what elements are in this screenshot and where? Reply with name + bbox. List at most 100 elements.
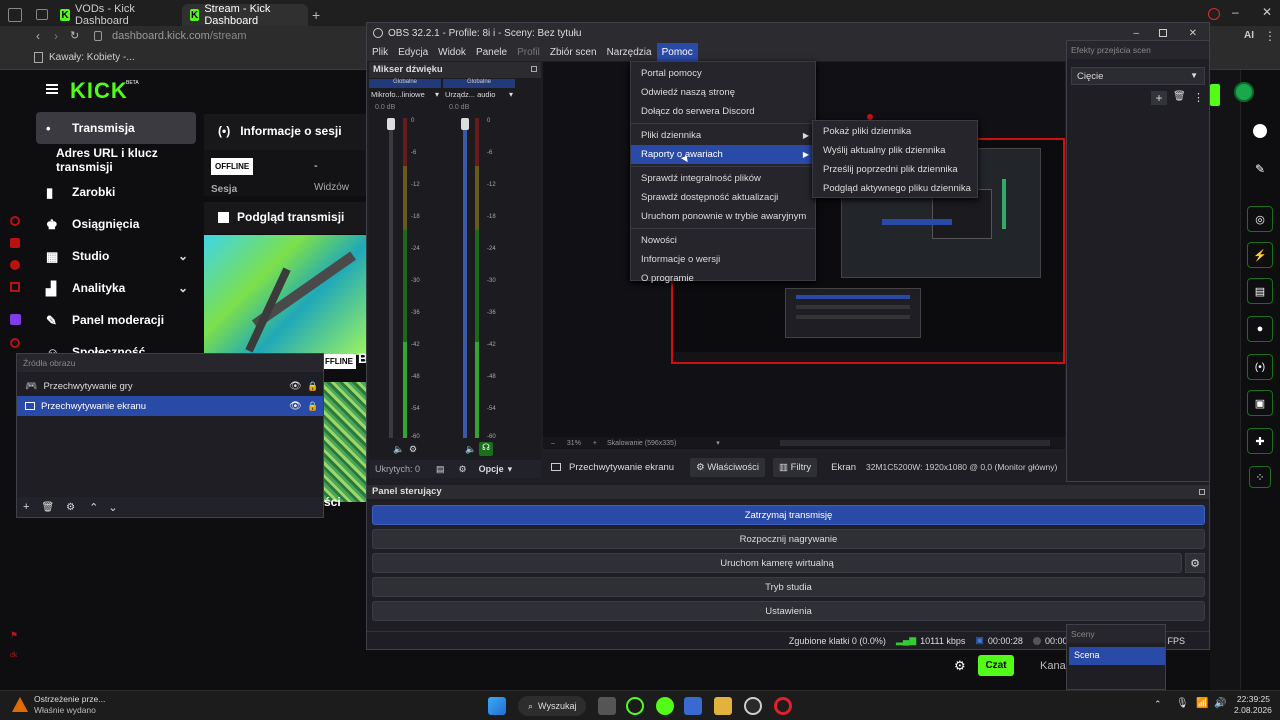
undock-icon[interactable] xyxy=(1199,489,1205,495)
nav-studio[interactable]: ▦ Studio ⌄ xyxy=(36,240,196,272)
speaker-icon[interactable]: 🔈 xyxy=(393,444,404,455)
undock-icon[interactable] xyxy=(531,66,537,72)
add-icon[interactable]: + xyxy=(23,501,29,513)
move-up-icon[interactable]: ⌃ xyxy=(89,501,98,514)
url-field[interactable]: dashboard.kick.com/stream xyxy=(112,30,247,42)
volume-slider-track[interactable] xyxy=(463,118,467,438)
headphones-icon[interactable]: ☊ xyxy=(479,442,493,456)
sidebar-channel-icon[interactable] xyxy=(10,216,20,226)
app-icon[interactable] xyxy=(626,697,644,715)
transition-select[interactable]: Cięcie ▼ xyxy=(1071,67,1205,85)
trash-icon[interactable]: 🗑 xyxy=(1173,91,1186,105)
speaker-icon[interactable]: 🔈 xyxy=(465,444,476,455)
close-icon[interactable]: ✕ xyxy=(1189,28,1197,39)
filters-button[interactable]: ▥ Filtry xyxy=(772,457,818,477)
gear-icon[interactable]: ⚙ xyxy=(66,502,75,513)
menu-item-safe-mode[interactable]: Uruchom ponownie w trybie awaryjnym xyxy=(631,207,815,226)
scrollbar[interactable] xyxy=(779,440,1050,446)
pencil-icon[interactable]: ✎ xyxy=(1255,162,1265,176)
sidebar-channel-icon[interactable]: dk xyxy=(10,652,17,659)
eye-icon[interactable]: 👁 xyxy=(289,381,302,392)
dots-icon[interactable]: ⁘ xyxy=(1249,466,1271,488)
volume-slider-handle[interactable] xyxy=(387,118,395,130)
maximize-icon[interactable] xyxy=(1159,29,1167,37)
forward-icon[interactable]: › xyxy=(54,29,58,43)
screen-select[interactable]: 32M1C5200W: 1920x1080 @ 0,0 (Monitor głó… xyxy=(866,462,1057,472)
nav-moderacja[interactable]: ✎ Panel moderacji xyxy=(36,304,196,336)
kick-logo[interactable]: KICK xyxy=(70,78,128,104)
menu-item-show-logs[interactable]: Pokaż pliki dziennika xyxy=(813,122,977,141)
layout-icon[interactable]: ▤ xyxy=(436,464,445,475)
sidebar-channel-icon[interactable] xyxy=(10,238,20,248)
menu-widok[interactable]: Widok xyxy=(433,43,471,61)
lightning-icon[interactable]: ⚡ xyxy=(1247,242,1273,268)
eye-icon[interactable]: 👁 xyxy=(289,401,302,412)
menu-item-discord[interactable]: Dołącz do serwera Discord xyxy=(631,102,815,121)
browser-menu-icon[interactable] xyxy=(8,8,22,22)
menu-item-log-files[interactable]: Pliki dziennika ▶ xyxy=(631,126,815,145)
menu-item-whats-new[interactable]: Nowości xyxy=(631,231,815,250)
volume-slider-handle[interactable] xyxy=(461,118,469,130)
menu-item-about[interactable]: O programie xyxy=(631,269,815,288)
settings-button[interactable]: Ustawienia xyxy=(372,601,1205,621)
reload-icon[interactable]: ↻ xyxy=(70,29,79,42)
menu-edycja[interactable]: Edycja xyxy=(393,43,433,61)
source-item-game-capture[interactable]: 🎮 Przechwytywanie gry 👁 🔒 xyxy=(17,376,323,396)
zoom-in-icon[interactable]: + xyxy=(593,440,597,447)
nav-analityka[interactable]: ▟ Analityka ⌄ xyxy=(36,272,196,304)
task-view-icon[interactable] xyxy=(598,697,616,715)
chat-bubble-icon[interactable]: ● xyxy=(1247,316,1273,342)
taskbar-search[interactable]: ⌕ Wyszukaj xyxy=(518,696,586,716)
new-tab-icon[interactable]: + xyxy=(312,7,320,23)
scene-item[interactable]: Scena xyxy=(1069,647,1165,665)
twitch-icon[interactable] xyxy=(10,314,21,325)
chevron-up-icon[interactable]: ⌃ xyxy=(1154,699,1162,710)
chevron-down-icon[interactable]: ▾ xyxy=(716,439,720,447)
layout-icon[interactable]: ▣ xyxy=(1247,390,1273,416)
wifi-icon[interactable]: 📶 xyxy=(1196,698,1208,709)
minimize-icon[interactable]: – xyxy=(1232,5,1239,19)
options-button[interactable]: Opcje xyxy=(479,464,504,474)
wrench-icon[interactable]: ✚ xyxy=(1247,428,1273,454)
file-explorer-icon[interactable] xyxy=(714,697,732,715)
menu-item-website[interactable]: Odwiedź naszą stronę xyxy=(631,83,815,102)
menu-item-check-updates[interactable]: Sprawdź dostępność aktualizacji xyxy=(631,188,815,207)
kick-app-icon[interactable] xyxy=(656,697,674,715)
nav-stream-key[interactable]: Adres URL i klucz transmisji xyxy=(36,144,206,176)
green-button-edge[interactable] xyxy=(1210,84,1220,106)
back-icon[interactable]: ‹ xyxy=(36,29,40,43)
menu-plik[interactable]: Plik xyxy=(367,43,393,61)
tab-vods[interactable]: K VODs - Kick Dashboard xyxy=(52,3,180,27)
sidebar-channel-icon[interactable]: ⚑ xyxy=(10,630,18,641)
document-icon[interactable]: ▤ xyxy=(1247,278,1273,304)
source-item-screen-capture[interactable]: Przechwytywanie ekranu 👁 🔒 xyxy=(17,396,323,416)
settings-gear-icon[interactable]: ⚙ xyxy=(954,658,966,674)
start-recording-button[interactable]: Rozpocznij nagrywanie xyxy=(372,529,1205,549)
volume-icon[interactable]: 🔊 xyxy=(1214,698,1226,709)
sidebar-channel-icon[interactable] xyxy=(10,282,20,292)
menu-item-view-active-log[interactable]: Podgląd aktywnego pliku dziennika xyxy=(813,179,977,198)
more-icon[interactable]: ⋮ xyxy=(1264,29,1276,43)
nav-zarobki[interactable]: ▮ Zarobki xyxy=(36,176,196,208)
info-icon[interactable] xyxy=(1253,124,1267,138)
microphone-icon[interactable]: 🎙 xyxy=(1176,698,1189,709)
studio-mode-button[interactable]: Tryb studia xyxy=(372,577,1205,597)
gear-icon[interactable]: ⚙ xyxy=(409,444,417,455)
opera-icon[interactable] xyxy=(774,697,792,715)
menu-item-crash-reports[interactable]: Raporty o awariach ▶ xyxy=(631,145,815,164)
trash-icon[interactable]: 🗑 xyxy=(41,502,54,513)
lock-icon[interactable]: 🔒 xyxy=(307,401,318,412)
tab-stream[interactable]: K Stream - Kick Dashboard xyxy=(182,3,308,27)
properties-button[interactable]: ⚙ Właściwości xyxy=(690,457,765,477)
minimize-icon[interactable]: – xyxy=(1133,28,1139,39)
windows-start-icon[interactable] xyxy=(488,697,506,715)
menu-item-release-notes[interactable]: Informacje o wersji xyxy=(631,250,815,269)
menu-item-upload-current-log[interactable]: Wyślij aktualny plik dziennika xyxy=(813,141,977,160)
menu-item-upload-previous-log[interactable]: Prześlij poprzedni plik dziennika xyxy=(813,160,977,179)
clock-date[interactable]: 2.08.2026 xyxy=(1234,705,1272,715)
profile-icon[interactable] xyxy=(1208,8,1220,20)
lock-icon[interactable]: 🔒 xyxy=(307,381,318,392)
sidebar-channel-icon[interactable] xyxy=(10,260,20,270)
hamburger-icon[interactable] xyxy=(46,84,58,94)
obs-taskbar-icon[interactable] xyxy=(744,697,762,715)
